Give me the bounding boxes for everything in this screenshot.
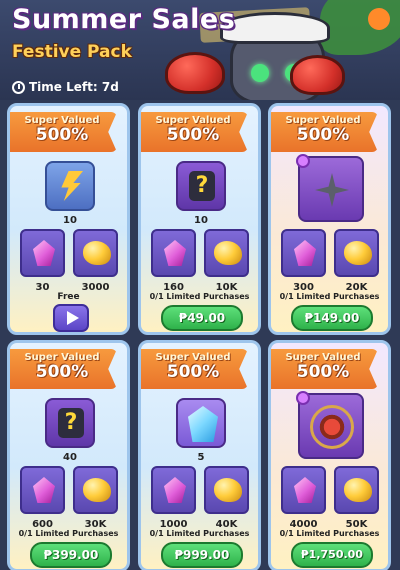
item-slot[interactable]: 1000: [151, 466, 196, 530]
buy-button[interactable]: ₱1,750.00: [291, 542, 373, 568]
mascot-hat: [220, 12, 330, 44]
ribbon-percent: 500%: [296, 125, 350, 145]
flower-decoration: [368, 8, 390, 30]
item-slot[interactable]: 40K: [204, 466, 249, 530]
header-banner: Summer Sales Festive Pack Time Left: 7d: [0, 0, 400, 100]
main-item-slot[interactable]: 5: [176, 398, 226, 463]
ribbon-percent: 500%: [296, 362, 350, 382]
value-ribbon: Super Valued 500%: [271, 112, 378, 152]
buy-button[interactable]: ₱399.00: [30, 542, 112, 568]
value-ribbon: Super Valued 500%: [271, 349, 378, 389]
main-item-slot[interactable]: ? 40: [45, 398, 95, 463]
gold-ore-icon: [83, 478, 111, 502]
pink-gem-icon: [33, 477, 55, 503]
mystery-box-icon: ?: [189, 171, 215, 201]
buy-button[interactable]: ₱49.00: [161, 305, 243, 331]
buy-button[interactable]: ₱999.00: [161, 542, 243, 568]
gold-ore-icon: [214, 241, 242, 265]
main-item-slot[interactable]: 10: [45, 161, 95, 226]
gold-ore-icon: [344, 478, 372, 502]
ribbon-percent: 500%: [35, 362, 89, 382]
mushroom-decoration: [165, 52, 225, 94]
value-ribbon: Super Valued 500%: [141, 349, 248, 389]
mascot-eye: [251, 64, 269, 82]
value-ribbon: Super Valued 500%: [10, 349, 117, 389]
offer-card: Super Valued 500% 10 30 3000 Free: [7, 103, 130, 335]
time-left-label: Time Left: 7d: [29, 80, 119, 94]
ribbon-percent: 500%: [166, 125, 220, 145]
free-label: Free: [57, 292, 80, 302]
gold-ore-icon: [214, 478, 242, 502]
offer-grid: Super Valued 500% 10 30 3000 Free Super …: [0, 100, 400, 570]
mushroom-decoration: [290, 55, 345, 95]
offer-card: Super Valued 500% 5 1000 40K 0/1 Limited…: [138, 340, 261, 570]
rarity-badge-icon: [296, 154, 310, 168]
page-title: Summer Sales: [12, 4, 236, 35]
main-item-count: 5: [197, 452, 205, 463]
offer-card: Super Valued 500% 300 20K 0/1 Limited Pu…: [268, 103, 391, 335]
item-slot[interactable]: 160: [151, 229, 196, 293]
pink-gem-icon: [164, 240, 186, 266]
main-item-slot[interactable]: [296, 391, 364, 459]
item-slot[interactable]: 20K: [334, 229, 379, 293]
offer-card: Super Valued 500% ? 40 600 30K 0/1 Limit…: [7, 340, 130, 570]
buy-button[interactable]: ₱149.00: [291, 305, 373, 331]
ribbon-percent: 500%: [35, 125, 89, 145]
purchase-limit: 0/1 Limited Purchases: [279, 529, 380, 538]
item-slot[interactable]: 300: [281, 229, 326, 293]
offer-card: Super Valued 500% ? 10 160 10K 0/1 Limit…: [138, 103, 261, 335]
purchase-limit: 0/1 Limited Purchases: [149, 292, 250, 301]
item-slot[interactable]: 600: [20, 466, 65, 530]
time-left: Time Left: 7d: [12, 80, 119, 94]
crossbow-icon: [310, 405, 354, 449]
value-ribbon: Super Valued 500%: [141, 112, 248, 152]
pink-gem-icon: [164, 477, 186, 503]
value-ribbon: Super Valued 500%: [10, 112, 117, 152]
item-slot[interactable]: 10K: [204, 229, 249, 293]
main-item-slot[interactable]: ? 10: [176, 161, 226, 226]
energy-bolt-icon: [61, 171, 83, 201]
purchase-limit: 0/1 Limited Purchases: [149, 529, 250, 538]
purchase-limit: 0/1 Limited Purchases: [18, 529, 119, 538]
item-slot[interactable]: 30K: [73, 466, 118, 530]
main-item-count: 40: [63, 452, 77, 463]
ribbon-percent: 500%: [166, 362, 220, 382]
main-item-slot[interactable]: [296, 154, 364, 222]
purchase-limit: 0/1 Limited Purchases: [279, 292, 380, 301]
item-slot[interactable]: 30: [20, 229, 65, 293]
main-item-count: 10: [194, 215, 208, 226]
item-slot[interactable]: 4000: [281, 466, 326, 530]
item-slot[interactable]: 3000: [73, 229, 118, 293]
mystery-box-icon: ?: [58, 408, 84, 438]
main-item-count: 10: [63, 215, 77, 226]
page-subtitle: Festive Pack: [12, 42, 132, 62]
shuriken-icon: [315, 173, 349, 207]
clock-icon: [12, 80, 25, 94]
gold-ore-icon: [83, 241, 111, 265]
pink-gem-icon: [33, 240, 55, 266]
gold-ore-icon: [344, 241, 372, 265]
item-slot[interactable]: 50K: [334, 466, 379, 530]
pink-gem-icon: [294, 477, 316, 503]
play-ad-button[interactable]: [53, 304, 89, 332]
blue-crystal-icon: [188, 406, 218, 442]
offer-card: Super Valued 500% 4000 50K 0/1 Limited P…: [268, 340, 391, 570]
pink-gem-icon: [294, 240, 316, 266]
rarity-badge-icon: [296, 391, 310, 405]
